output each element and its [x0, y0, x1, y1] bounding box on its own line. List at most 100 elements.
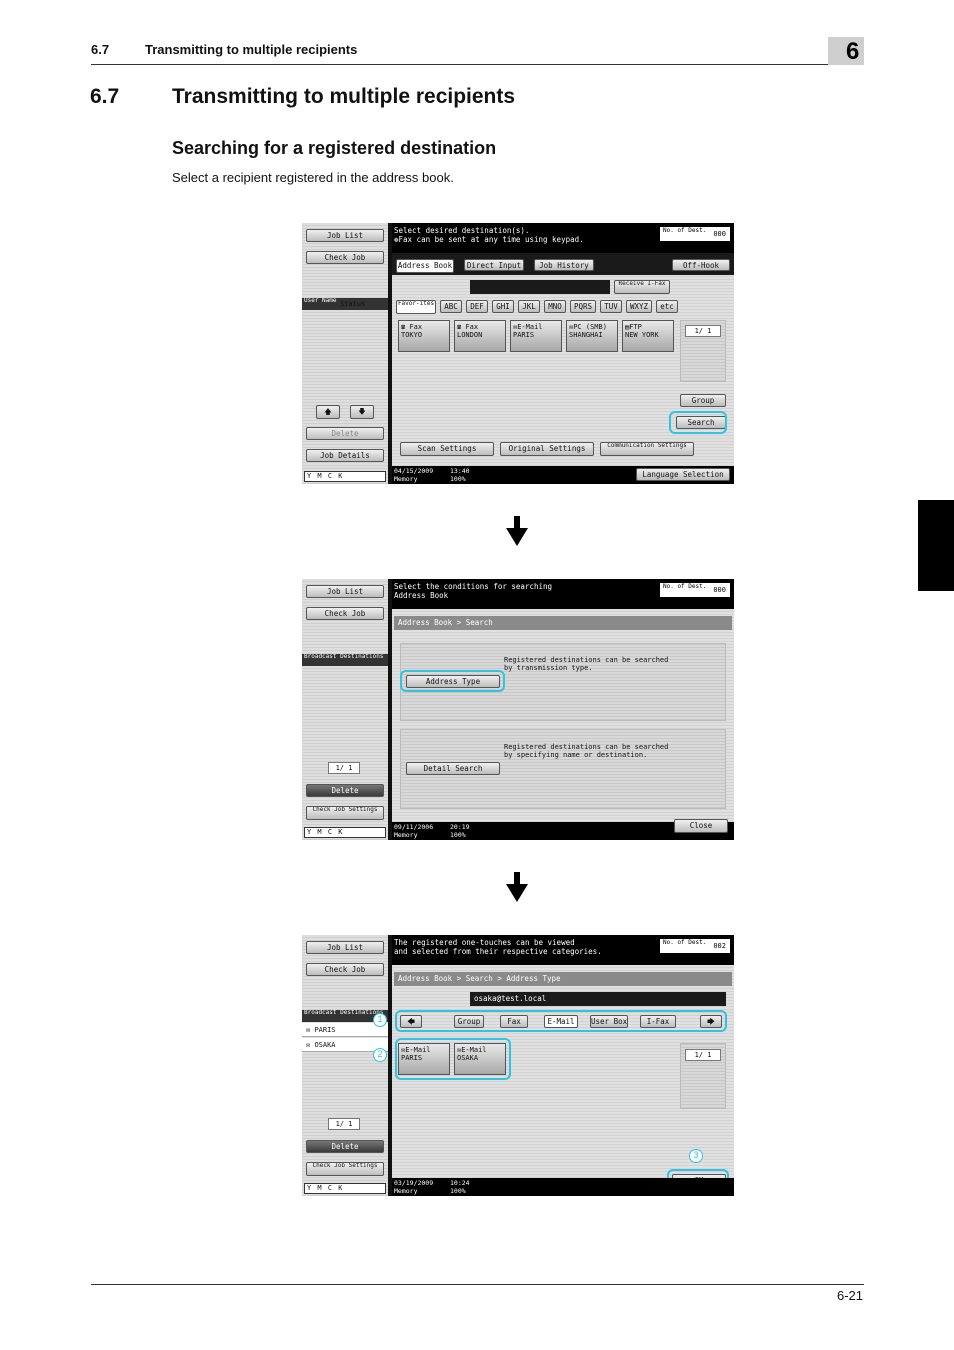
one-touch-ftp-newyork[interactable]: ▤FTP NEW YORK — [622, 320, 674, 352]
counter-value: 000 — [713, 586, 726, 594]
detail-search-button[interactable]: Detail Search — [406, 762, 500, 775]
message-text: Select the conditions for searching Addr… — [394, 582, 553, 600]
job-list-button[interactable]: Job List — [306, 585, 384, 598]
category-highlight — [395, 1010, 727, 1032]
time-text: 13:40 100% — [450, 467, 470, 483]
detail-search-description: Registered destinations can be searched … — [504, 743, 669, 759]
off-hook-button[interactable]: Off-Hook — [672, 259, 730, 271]
language-selection-button[interactable]: Language Selection — [636, 468, 730, 481]
counter-value: 000 — [713, 230, 726, 238]
index-tab-pqrs[interactable]: PQRS — [570, 300, 596, 313]
arrow-down-icon — [506, 872, 528, 902]
status-header: Status — [340, 300, 366, 308]
check-job-button[interactable]: Check Job — [306, 251, 384, 264]
communication-settings-button[interactable]: Communication Settings — [600, 442, 694, 456]
message-bar: The registered one-touches can be viewed… — [392, 935, 734, 965]
chapter-thumb-tab — [918, 500, 954, 591]
status-bar: 03/19/2009 Memory 10:24 100% — [392, 1178, 734, 1196]
delete-button[interactable]: Delete — [306, 784, 384, 797]
counter-label: No. of Dest. — [663, 583, 707, 590]
time-text: 10:24 100% — [450, 1179, 470, 1195]
page-indicator: 1/ 1 — [685, 325, 721, 337]
scroll-down-button[interactable]: 🡇 — [350, 405, 374, 419]
callout-1: 1 — [373, 1013, 387, 1027]
original-settings-label: Original Settings — [508, 444, 586, 453]
receive-ifax-button[interactable]: Receive I-Fax — [614, 280, 670, 294]
dest-counter: No. of Dest. 000 — [660, 583, 730, 597]
index-tab-favorites[interactable]: Favor-ites — [396, 300, 436, 314]
header-section-title: Transmitting to multiple recipients — [145, 42, 358, 57]
dest-counter: No. of Dest. 000 — [660, 227, 730, 241]
callout-2: 2 — [373, 1048, 387, 1062]
message-bar: Select desired destination(s). ❁Fax can … — [392, 223, 734, 253]
page-number: 6-21 — [836, 1288, 863, 1303]
list-item-label: PARIS — [314, 1026, 336, 1034]
tab-job-history[interactable]: Job History — [534, 259, 594, 271]
arrow-down-icon: 🡇 — [358, 407, 366, 416]
scan-settings-button[interactable]: Scan Settings — [400, 442, 494, 456]
toner-indicator: Y M C K — [304, 471, 386, 482]
destination-field[interactable] — [470, 280, 610, 294]
index-tab-abc[interactable]: ABC — [440, 300, 462, 313]
index-tab-jkl[interactable]: JKL — [518, 300, 540, 313]
tiles-highlight — [395, 1038, 511, 1080]
check-job-settings-button[interactable]: Check Job Settings — [306, 1162, 384, 1176]
broadcast-header: Broadcast Destinations — [302, 654, 388, 666]
scroll-up-button[interactable]: 🡅 — [316, 405, 340, 419]
index-tab-tuv[interactable]: TUV — [600, 300, 622, 313]
date-text: 04/15/2009 Memory — [394, 467, 434, 483]
message-bar: Select the conditions for searching Addr… — [392, 579, 734, 609]
index-tab-wxyz[interactable]: WXYZ — [626, 300, 652, 313]
tab-address-book[interactable]: Address Book — [396, 259, 454, 273]
screenshot-search-conditions: Job List Check Job Broadcast Destination… — [302, 579, 734, 840]
intro-text: Select a recipient registered in the add… — [172, 170, 454, 185]
one-touch-email-paris[interactable]: ✉E-Mail PARIS — [510, 320, 562, 352]
header-rule — [91, 64, 864, 65]
one-touch-fax-tokyo[interactable]: ☎ Fax TOKYO — [398, 320, 450, 352]
close-button[interactable]: Close — [674, 819, 728, 833]
one-touch-smb-shanghai[interactable]: ✉PC (SMB) SHANGHAI — [566, 320, 618, 352]
chapter-number: 6 — [846, 38, 860, 65]
page-indicator: 1/ 1 — [328, 1118, 360, 1130]
breadcrumb: Address Book > Search > Address Type — [394, 972, 732, 986]
counter-value: 002 — [713, 942, 726, 950]
search-highlight — [669, 411, 727, 434]
tab-direct-input[interactable]: Direct Input — [464, 259, 524, 271]
job-details-button[interactable]: Job Details — [306, 449, 384, 462]
delete-button[interactable]: Delete — [306, 427, 384, 440]
delete-button[interactable]: Delete — [306, 1140, 384, 1153]
callout-3: 3 — [689, 1149, 703, 1163]
index-tab-def[interactable]: DEF — [466, 300, 488, 313]
counter-label: No. of Dest. — [663, 939, 707, 946]
message-text: The registered one-touches can be viewed… — [394, 938, 602, 956]
page-indicator: 1/ 1 — [328, 762, 360, 774]
one-touch-fax-london[interactable]: ☎ Fax LONDON — [454, 320, 506, 352]
destination-field[interactable]: osaka@test.local — [470, 992, 726, 1006]
footer-rule — [91, 1284, 864, 1285]
original-settings-button[interactable]: Original Settings — [500, 442, 594, 456]
scan-settings-label: Scan Settings — [417, 444, 477, 453]
screenshot-address-type: Job List Check Job Broadcast Destination… — [302, 935, 734, 1196]
breadcrumb: Address Book > Search — [394, 616, 732, 630]
header-section-number: 6.7 — [91, 42, 110, 57]
address-type-highlight — [400, 670, 505, 692]
job-list-button[interactable]: Job List — [306, 941, 384, 954]
screenshot-address-book: Job List Check Job User Name Status 🡅 🡇 … — [302, 223, 734, 484]
arrow-up-icon: 🡅 — [324, 407, 332, 416]
arrow-down-icon — [506, 516, 528, 546]
index-tab-mno[interactable]: MNO — [544, 300, 566, 313]
dest-counter: No. of Dest. 002 — [660, 939, 730, 953]
toner-indicator: Y M C K — [304, 827, 386, 838]
page-indicator: 1/ 1 — [685, 1049, 721, 1061]
counter-label: No. of Dest. — [663, 227, 707, 234]
index-tab-ghi[interactable]: GHI — [492, 300, 514, 313]
index-tab-etc[interactable]: etc — [656, 300, 678, 313]
date-text: 09/11/2006 Memory — [394, 823, 434, 839]
job-list-button[interactable]: Job List — [306, 229, 384, 242]
message-text: Select desired destination(s). ❁Fax can … — [394, 226, 584, 244]
address-type-description: Registered destinations can be searched … — [504, 656, 669, 672]
check-job-settings-button[interactable]: Check Job Settings — [306, 806, 384, 820]
group-button[interactable]: Group — [680, 394, 726, 407]
check-job-button[interactable]: Check Job — [306, 607, 384, 620]
check-job-button[interactable]: Check Job — [306, 963, 384, 976]
